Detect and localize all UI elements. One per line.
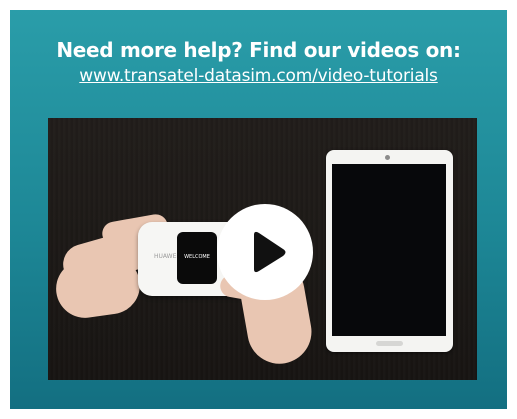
tablet-camera [385, 155, 390, 160]
tablet-screen [332, 164, 446, 336]
tablet-home-button [376, 341, 403, 346]
play-button[interactable] [217, 204, 313, 300]
router-screen: WELCOME [177, 232, 217, 284]
help-heading: Need more help? Find our videos on: [56, 38, 461, 62]
video-thumbnail[interactable]: HUAWEI WELCOME [48, 118, 477, 380]
tablet-image [326, 150, 453, 352]
router-brand-logo: HUAWEI [154, 253, 179, 260]
play-icon [254, 231, 286, 273]
help-card: Need more help? Find our videos on: www.… [10, 10, 507, 409]
router-screen-text: WELCOME [184, 254, 210, 260]
video-tutorials-link[interactable]: www.transatel-datasim.com/video-tutorial… [10, 66, 507, 86]
